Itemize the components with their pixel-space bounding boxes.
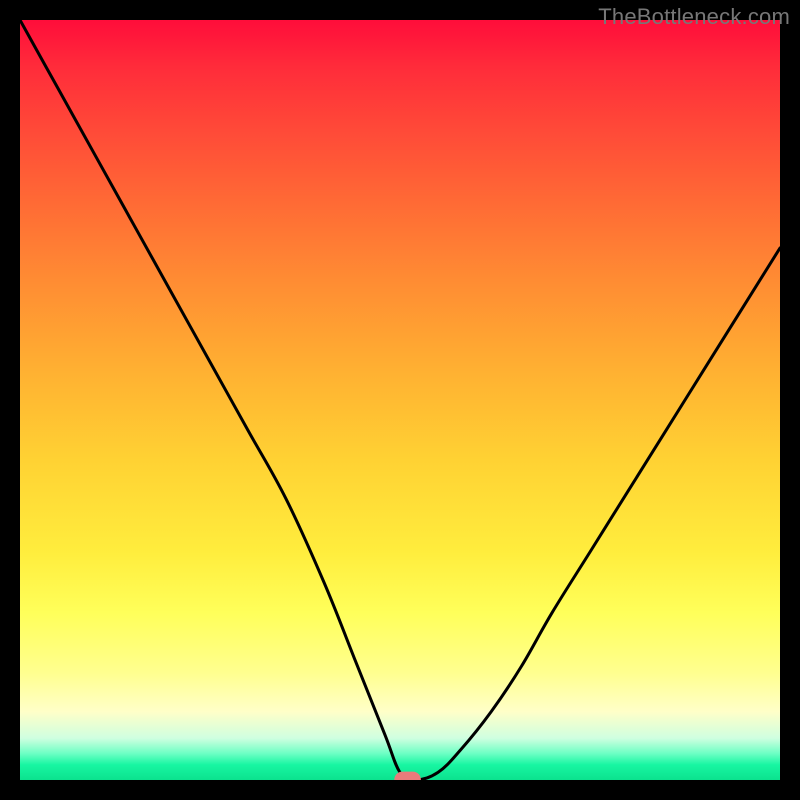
chart-frame: TheBottleneck.com xyxy=(0,0,800,800)
bottleneck-curve-line xyxy=(20,20,780,780)
plot-area xyxy=(20,20,780,780)
chart-svg xyxy=(20,20,780,780)
optimal-marker xyxy=(394,772,421,780)
watermark-text: TheBottleneck.com xyxy=(598,4,790,30)
